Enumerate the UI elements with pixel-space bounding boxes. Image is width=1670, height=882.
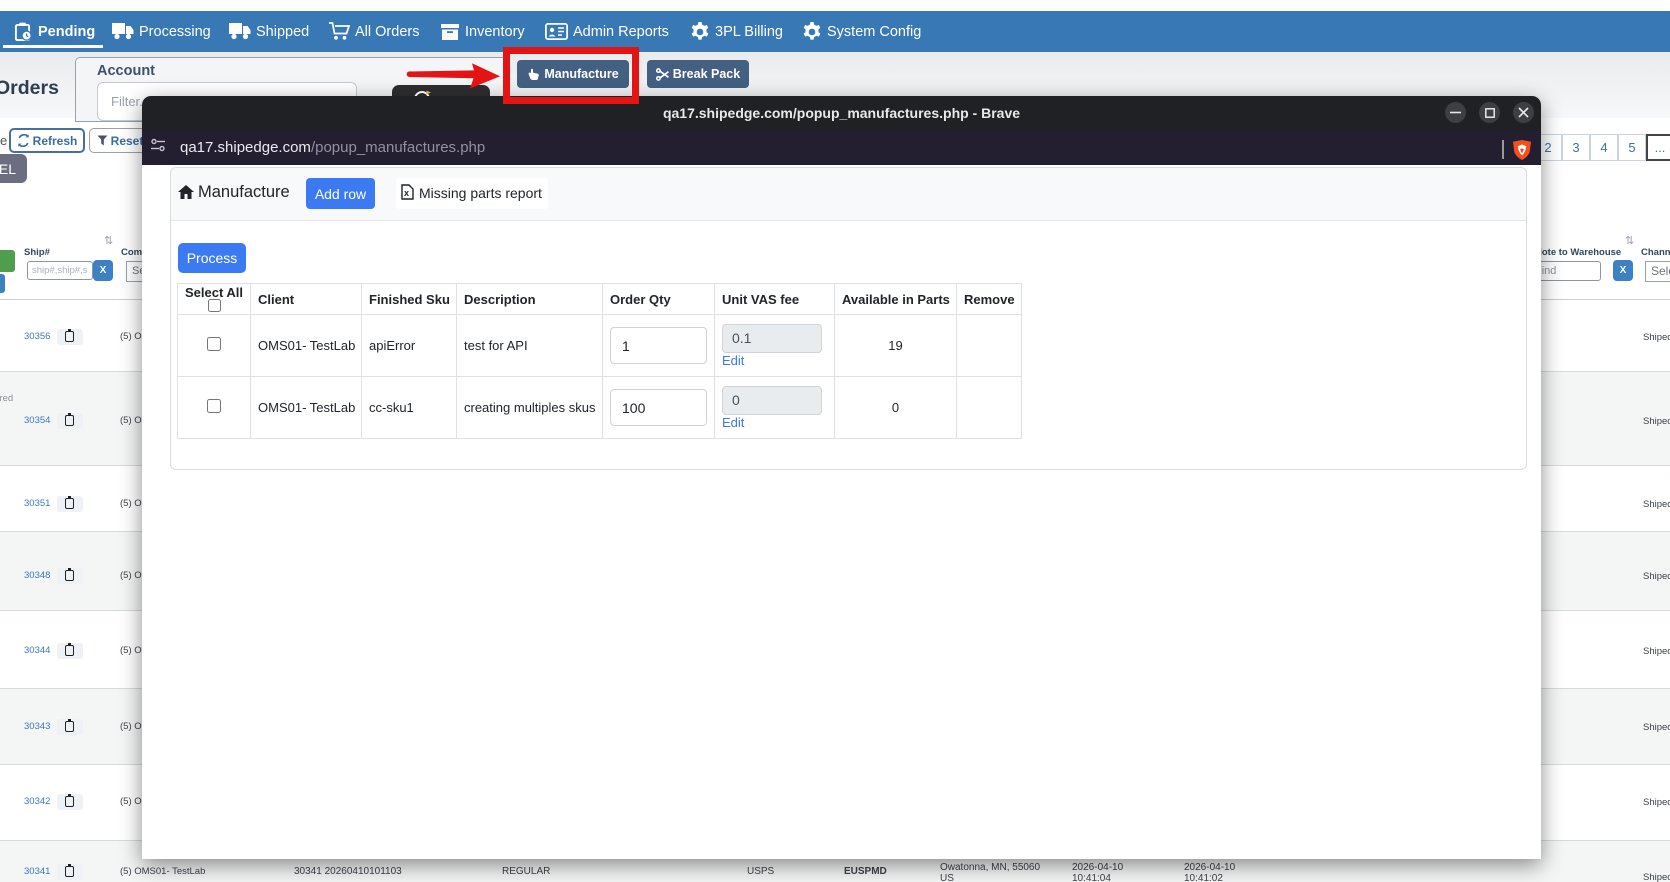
svg-text:x: x	[404, 188, 409, 198]
